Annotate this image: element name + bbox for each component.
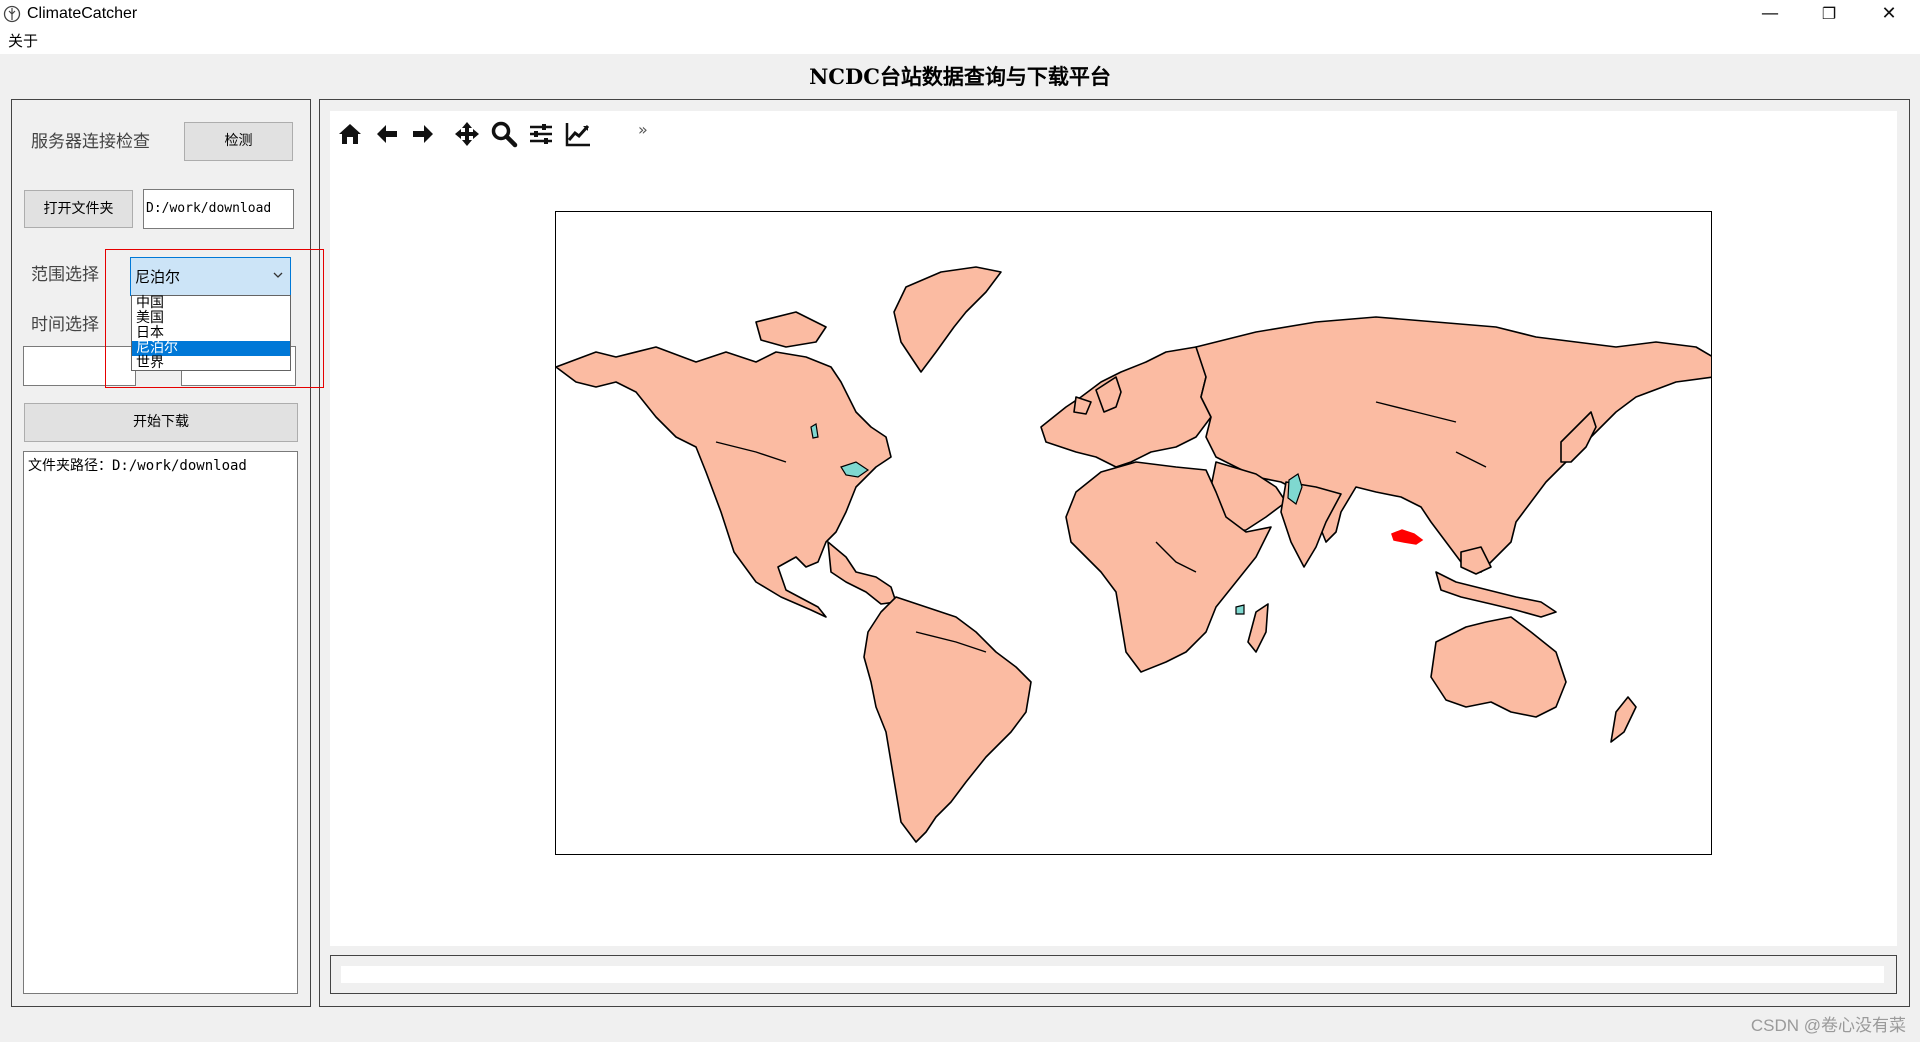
lake-victoria — [1235, 604, 1245, 615]
forward-icon[interactable] — [409, 120, 437, 148]
south-america — [863, 596, 1032, 843]
central-america — [827, 541, 897, 605]
menu-about[interactable]: 关于 — [8, 31, 38, 51]
log-textbox[interactable]: 文件夹路径：D:/work/download — [23, 451, 298, 994]
zoom-icon[interactable] — [490, 120, 518, 148]
menu-bar: 关于 — [0, 28, 1920, 54]
watermark: CSDN @卷心没有菜 — [1750, 1016, 1906, 1035]
time-label: 时间选择 — [31, 315, 99, 335]
greenland — [893, 266, 1002, 373]
close-button[interactable]: ✕ — [1860, 0, 1918, 28]
page-title: NCDC台站数据查询与下载平台 — [809, 64, 1111, 89]
toolbar-more-button[interactable]: » — [638, 120, 648, 139]
australia — [1430, 616, 1567, 718]
folder-path-field[interactable]: D:/work/download — [143, 189, 294, 229]
server-check-label: 服务器连接检查 — [31, 132, 150, 152]
world-map — [555, 211, 1712, 855]
pan-icon[interactable] — [453, 120, 481, 148]
start-download-button[interactable]: 开始下载 — [24, 403, 298, 442]
world-map-drawing — [556, 266, 1711, 843]
back-icon[interactable] — [373, 120, 401, 148]
app-icon — [3, 5, 21, 23]
madagascar — [1247, 603, 1269, 653]
title-bar: ClimateCatcher — ❐ ✕ — [0, 0, 1920, 28]
restore-button[interactable]: ❐ — [1800, 0, 1858, 28]
asia — [1195, 316, 1711, 573]
minimize-button[interactable]: — — [1741, 0, 1799, 28]
new-zealand — [1610, 696, 1637, 743]
detect-button[interactable]: 检测 — [184, 122, 293, 161]
nepal-highlight — [1391, 529, 1424, 545]
highlight-annotation-box — [105, 249, 324, 388]
window-title: ClimateCatcher — [27, 5, 138, 22]
status-frame — [330, 955, 1897, 994]
configure-subplots-icon[interactable] — [527, 120, 555, 148]
edit-axis-icon[interactable] — [564, 120, 592, 148]
home-icon[interactable] — [336, 120, 364, 148]
status-field — [341, 966, 1884, 983]
open-folder-button[interactable]: 打开文件夹 — [24, 190, 133, 228]
europe — [1040, 346, 1217, 468]
canadian-islands — [755, 311, 827, 348]
southeast-asia-islands — [1435, 571, 1557, 618]
range-label: 范围选择 — [31, 265, 99, 285]
land-polygons — [556, 266, 1711, 843]
